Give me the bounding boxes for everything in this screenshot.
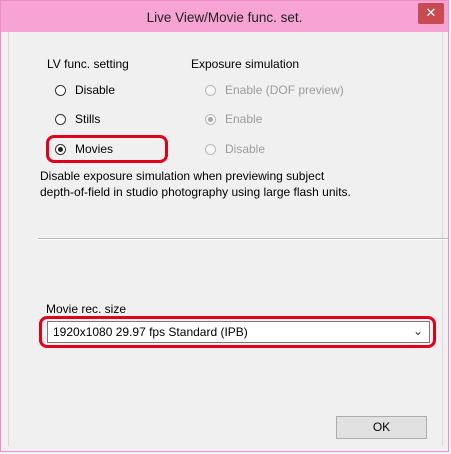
lv-option-stills[interactable]: Stills bbox=[55, 112, 100, 126]
radio-stills[interactable] bbox=[55, 113, 66, 125]
movies-highlight-annotation bbox=[46, 135, 168, 163]
lv-option-disable-label: Disable bbox=[75, 83, 116, 97]
radio-disable[interactable] bbox=[55, 84, 66, 96]
exposure-option-disable[interactable]: Disable bbox=[205, 142, 265, 156]
title-bar[interactable]: Live View/Movie func. set. ✕ bbox=[1, 1, 448, 32]
description-line-1: Disable exposure simulation when preview… bbox=[40, 169, 325, 183]
radio-enable[interactable] bbox=[205, 113, 216, 125]
close-button[interactable]: ✕ bbox=[418, 3, 444, 24]
lv-func-setting-label: LV func. setting bbox=[47, 57, 129, 71]
separator-line bbox=[38, 238, 448, 240]
radio-exposure-disable[interactable] bbox=[205, 143, 216, 155]
exposure-option-disable-label: Disable bbox=[225, 142, 266, 156]
close-icon: ✕ bbox=[425, 5, 437, 20]
movie-rec-size-highlight-annotation bbox=[39, 316, 436, 348]
exposure-option-enable-dof[interactable]: Enable (DOF preview) bbox=[205, 83, 344, 97]
movie-rec-size-label: Movie rec. size bbox=[46, 302, 127, 316]
description-line-2: depth-of-field in studio photography usi… bbox=[40, 185, 351, 199]
dialog-title: Live View/Movie func. set. bbox=[146, 10, 303, 25]
dialog-window: Live View/Movie func. set. ✕ LV func. se… bbox=[0, 0, 449, 452]
ok-button[interactable]: OK bbox=[336, 416, 427, 439]
exposure-option-enable[interactable]: Enable bbox=[205, 112, 262, 126]
dialog-content: LV func. setting Disable Stills Movies E… bbox=[8, 32, 448, 446]
exposure-option-enable-dof-label: Enable (DOF preview) bbox=[225, 83, 344, 97]
lv-option-disable[interactable]: Disable bbox=[55, 83, 115, 97]
lv-option-stills-label: Stills bbox=[75, 112, 101, 126]
exposure-option-enable-label: Enable bbox=[225, 112, 263, 126]
radio-enable-dof[interactable] bbox=[205, 84, 216, 96]
exposure-simulation-label: Exposure simulation bbox=[191, 57, 300, 71]
